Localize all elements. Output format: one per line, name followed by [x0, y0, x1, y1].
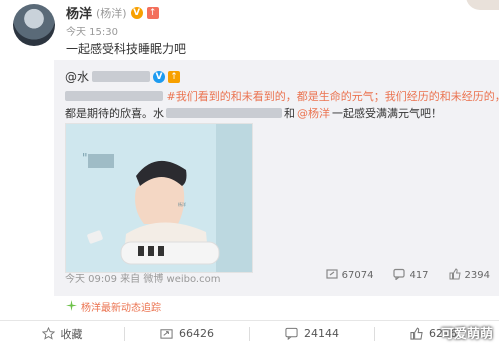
- share-count: 66426: [179, 327, 214, 340]
- repost-share[interactable]: 67074: [326, 268, 374, 281]
- masked-text: [65, 91, 163, 101]
- repost-text-end: 都是期待的欣喜。水: [65, 107, 164, 120]
- product-image: " 杨洋: [66, 124, 252, 272]
- svg-text:杨洋: 杨洋: [178, 201, 186, 207]
- share-icon: [160, 329, 173, 339]
- repost-line2: #我们看到的和未看到的，都是生命的元气；我们经历的和未经历的，: [65, 88, 499, 104]
- latest-updates-tracker[interactable]: 杨洋最新动态追踪: [66, 299, 161, 314]
- post-timestamp[interactable]: 今天 15:30: [66, 23, 118, 38]
- sparkle-icon: [66, 299, 77, 314]
- repost-mention[interactable]: @水: [65, 68, 89, 85]
- repost-line3: 都是期待的欣喜。水 和 @杨洋 一起感受满满元气吧！: [65, 105, 442, 121]
- repost-comment[interactable]: 417: [393, 268, 429, 281]
- masked-text-2: [166, 108, 282, 118]
- repost-actions: 67074 417 2394: [326, 268, 490, 281]
- tracker-label: 杨洋最新动态追踪: [81, 303, 161, 314]
- comment-count: 24144: [304, 327, 339, 340]
- favorite-label: 收藏: [60, 327, 83, 341]
- repost-meta[interactable]: 今天 09:09 来自 微博 weibo.com: [65, 270, 220, 285]
- masked-username: [92, 71, 151, 82]
- post-action-bar: 收藏 66426 24144 62264: [0, 320, 499, 346]
- repost-like-count: 2394: [464, 270, 490, 281]
- comment-icon: [393, 268, 406, 281]
- author-name[interactable]: 杨洋: [66, 3, 92, 22]
- comment-button[interactable]: 24144: [250, 321, 374, 346]
- svg-text:": ": [82, 151, 88, 165]
- repost-mention-yangyang[interactable]: @杨洋: [297, 105, 330, 121]
- thumbs-up-icon: [449, 268, 461, 280]
- repost-like[interactable]: 2394: [449, 268, 490, 281]
- level-icon: ↑: [168, 70, 181, 83]
- verified-blue-icon: V: [153, 70, 166, 83]
- author-avatar[interactable]: [13, 4, 55, 46]
- top-right-avatar[interactable]: [466, 0, 499, 10]
- repost-closing: 一起感受满满元气吧！: [332, 107, 442, 120]
- repost-card: @水 V ↑ #我们看到的和未看到的，都是生命的元气；我们经历的和未经历的， 都…: [54, 60, 499, 296]
- repost-hashtag[interactable]: #我们看到的和未看到的，都是生命的元气；我们经历的和未经历的，: [167, 90, 499, 103]
- author-remark: (杨洋): [96, 6, 127, 20]
- repost-comment-count: 417: [409, 270, 429, 281]
- repost-and: 和: [284, 107, 295, 120]
- post-image[interactable]: " 杨洋: [65, 123, 253, 273]
- share-button[interactable]: 66426: [125, 321, 249, 346]
- watermark: 可爱萌萌: [440, 327, 493, 342]
- comment-icon: [285, 327, 298, 340]
- thumbs-up-icon: [410, 327, 423, 340]
- repost-line1: @水 V ↑: [65, 68, 181, 85]
- repost-share-count: 67074: [341, 270, 374, 281]
- level-up-icon: ↑: [146, 6, 159, 19]
- share-icon: [326, 268, 338, 280]
- verified-icon: V: [130, 6, 143, 19]
- favorite-button[interactable]: 收藏: [0, 321, 124, 346]
- star-icon: [41, 327, 55, 340]
- author-header: 杨洋 (杨洋) V ↑: [66, 3, 159, 22]
- post-text: 一起感受科技睡眠力吧: [66, 42, 187, 56]
